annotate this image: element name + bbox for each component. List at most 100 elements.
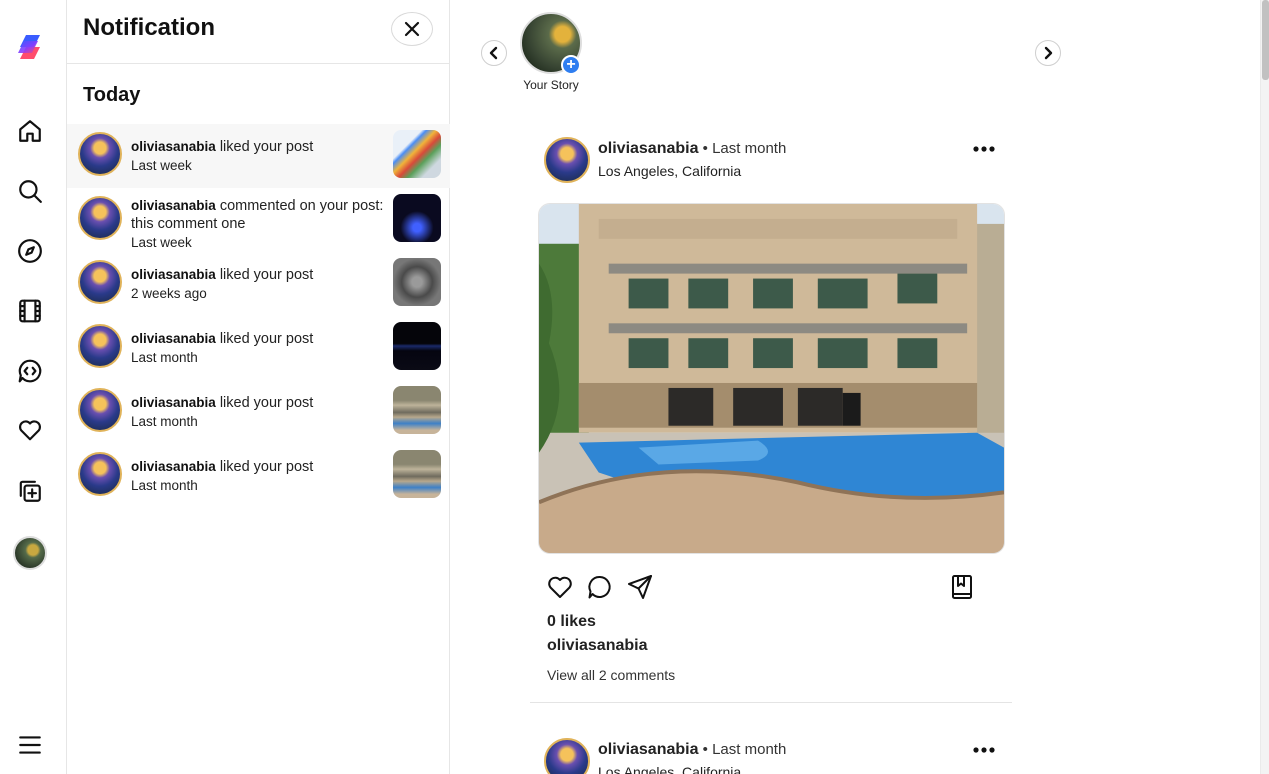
create-icon[interactable] xyxy=(15,476,45,506)
heart-icon[interactable] xyxy=(15,415,45,445)
notification-text: oliviasanabia liked your post Last week xyxy=(131,138,386,175)
post-time: • Last month xyxy=(698,741,787,758)
notification-list: oliviasanabia liked your post Last week … xyxy=(67,124,450,508)
notification-item[interactable]: oliviasanabia commented on your post: th… xyxy=(67,188,450,252)
left-sidebar xyxy=(0,0,67,774)
post-divider xyxy=(530,702,1012,703)
share-button[interactable] xyxy=(626,573,656,603)
notification-text: oliviasanabia liked your post Last month xyxy=(131,330,386,367)
notification-text: oliviasanabia liked your post Last month xyxy=(131,458,386,495)
reels-icon[interactable] xyxy=(15,296,45,326)
notification-action: liked your post xyxy=(215,139,314,155)
messages-icon[interactable] xyxy=(15,356,45,386)
notification-text: oliviasanabia liked your post 2 weeks ag… xyxy=(131,266,386,303)
notification-time: 2 weeks ago xyxy=(131,286,207,301)
view-comments-link[interactable]: View all 2 comments xyxy=(547,667,675,683)
notification-time: Last month xyxy=(131,350,198,365)
post-thumbnail[interactable] xyxy=(393,386,441,434)
your-story[interactable]: + Your Story xyxy=(520,12,582,92)
notification-action: liked your post xyxy=(215,331,314,347)
post-thumbnail[interactable] xyxy=(393,322,441,370)
explore-icon[interactable] xyxy=(15,236,45,266)
notification-panel: Notification Today oliviasanabia liked y… xyxy=(67,0,450,774)
stories-prev-button[interactable] xyxy=(481,40,507,66)
app-logo-icon[interactable] xyxy=(16,33,44,61)
post-location[interactable]: Los Angeles, California xyxy=(598,163,741,179)
notification-time: Last month xyxy=(131,478,198,493)
more-options-button[interactable] xyxy=(970,139,998,159)
post-thumbnail[interactable] xyxy=(393,258,441,306)
avatar[interactable] xyxy=(78,452,122,496)
close-icon xyxy=(404,21,420,37)
notification-title: Notification xyxy=(83,14,215,41)
notification-text: oliviasanabia commented on your post: th… xyxy=(131,197,386,252)
more-dots-icon xyxy=(973,747,995,753)
notification-action: liked your post xyxy=(215,459,314,475)
post-author-line: oliviasanabia • Last month xyxy=(598,741,786,759)
hamburger-menu-icon[interactable] xyxy=(15,730,45,760)
avatar[interactable] xyxy=(78,132,122,176)
like-button[interactable] xyxy=(546,573,576,603)
main-feed: + Your Story oliviasanabia • Last month … xyxy=(450,0,1260,774)
close-button[interactable] xyxy=(391,12,433,46)
comment-button[interactable] xyxy=(586,573,616,603)
post-card: oliviasanabia • Last month Los Angeles, … xyxy=(530,137,1012,703)
page-scrollbar[interactable] xyxy=(1260,0,1269,774)
post-thumbnail[interactable] xyxy=(393,130,441,178)
notification-item[interactable]: oliviasanabia liked your post 2 weeks ag… xyxy=(67,252,450,316)
post-thumbnail[interactable] xyxy=(393,450,441,498)
notification-action: liked your post xyxy=(215,267,314,283)
comment-icon xyxy=(588,576,611,599)
notification-item[interactable]: oliviasanabia liked your post Last month xyxy=(67,380,450,444)
notification-username[interactable]: oliviasanabia xyxy=(131,331,216,346)
stories-next-button[interactable] xyxy=(1035,40,1061,66)
post-time: • Last month xyxy=(698,140,787,157)
profile-avatar[interactable] xyxy=(13,536,47,570)
post-header: oliviasanabia • Last month Los Angeles, … xyxy=(530,137,1012,197)
send-icon xyxy=(628,575,652,599)
add-story-plus-icon[interactable]: + xyxy=(561,55,581,75)
notification-username[interactable]: oliviasanabia xyxy=(131,267,216,282)
avatar[interactable] xyxy=(78,324,122,368)
notification-item[interactable]: oliviasanabia liked your post Last week xyxy=(67,124,450,188)
avatar[interactable] xyxy=(544,137,590,183)
more-dots-icon xyxy=(973,146,995,152)
more-options-button[interactable] xyxy=(970,740,998,760)
chevron-right-icon xyxy=(1044,46,1053,60)
story-label: Your Story xyxy=(523,78,579,92)
post-location[interactable]: Los Angeles, California xyxy=(598,764,741,774)
post-author-line: oliviasanabia • Last month xyxy=(598,140,786,158)
avatar[interactable] xyxy=(78,196,122,240)
save-button[interactable] xyxy=(948,573,978,603)
notification-text: oliviasanabia liked your post Last month xyxy=(131,394,386,431)
home-icon[interactable] xyxy=(15,116,45,146)
notification-username[interactable]: oliviasanabia xyxy=(131,459,216,474)
heart-icon xyxy=(548,576,572,598)
likes-count: 0 likes xyxy=(547,613,596,630)
chevron-left-icon xyxy=(489,46,498,60)
notification-item[interactable]: oliviasanabia liked your post Last month xyxy=(67,444,450,508)
post-username[interactable]: oliviasanabia xyxy=(598,140,699,157)
caption-username[interactable]: oliviasanabia xyxy=(547,637,648,655)
search-icon[interactable] xyxy=(15,176,45,206)
notification-username[interactable]: oliviasanabia xyxy=(131,139,216,154)
notification-time: Last week xyxy=(131,235,192,250)
notification-item[interactable]: oliviasanabia liked your post Last month xyxy=(67,316,450,380)
post-username[interactable]: oliviasanabia xyxy=(598,741,699,758)
scrollbar-thumb[interactable] xyxy=(1262,0,1269,80)
notification-header: Notification xyxy=(67,0,449,64)
post-image[interactable] xyxy=(538,203,1005,554)
notification-username[interactable]: oliviasanabia xyxy=(131,395,216,410)
avatar[interactable] xyxy=(544,738,590,774)
post-actions xyxy=(546,573,986,603)
notification-username[interactable]: oliviasanabia xyxy=(131,198,216,213)
avatar[interactable] xyxy=(78,260,122,304)
avatar[interactable] xyxy=(78,388,122,432)
notification-time: Last month xyxy=(131,414,198,429)
notification-action: liked your post xyxy=(215,395,314,411)
post-header: oliviasanabia • Last month Los Angeles, … xyxy=(530,738,1012,774)
bookmark-icon xyxy=(952,575,972,599)
app-root: Notification Today oliviasanabia liked y… xyxy=(0,0,1269,774)
notification-time: Last week xyxy=(131,158,192,173)
post-thumbnail[interactable] xyxy=(393,194,441,242)
